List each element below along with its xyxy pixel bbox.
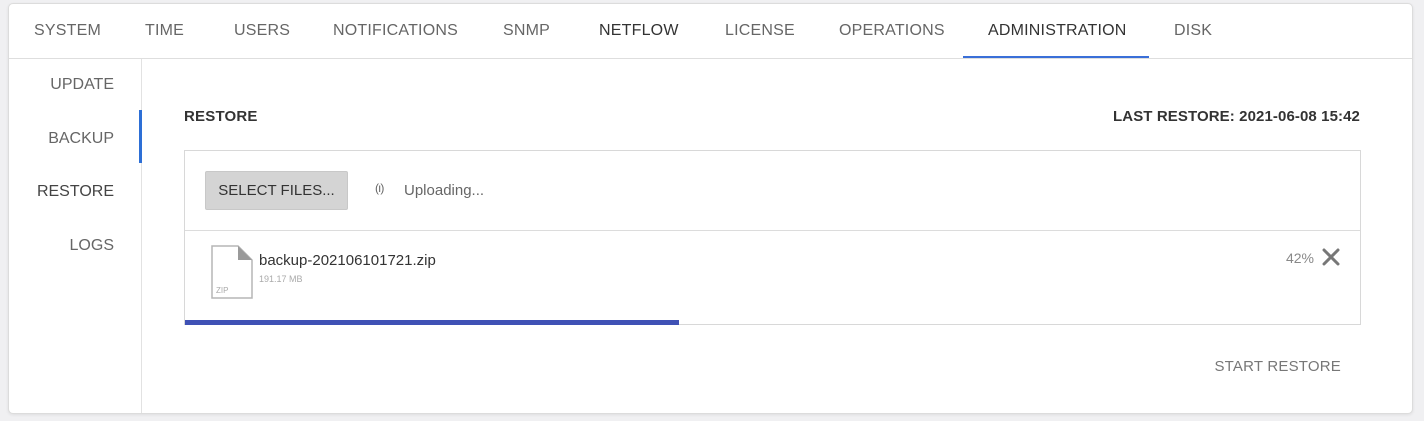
settings-panel: SYSTEM TIME USERS NOTIFICATIONS SNMP NET… [8, 3, 1413, 414]
file-name: backup-202106101721.zip [259, 252, 436, 269]
file-upload: SELECT FILES... (ı) Uploading... ZIP bac… [184, 150, 1361, 325]
last-restore-info: LAST RESTORE: 2021-06-08 15:42 [1113, 108, 1360, 125]
sidebar-item-restore[interactable]: RESTORE [37, 182, 114, 202]
tab-bar: SYSTEM TIME USERS NOTIFICATIONS SNMP NET… [9, 4, 1412, 59]
sidebar-item-backup[interactable]: BACKUP [48, 129, 114, 149]
upload-toolbar: SELECT FILES... (ı) Uploading... [185, 151, 1360, 231]
file-size: 191.17 MB [259, 274, 303, 284]
tab-license[interactable]: LICENSE [725, 4, 795, 59]
tab-operations[interactable]: OPERATIONS [839, 4, 945, 59]
upload-file-item: ZIP backup-202106101721.zip 191.17 MB 42… [185, 232, 1360, 325]
upload-status: Uploading... [404, 182, 485, 199]
sidebar-active-indicator [139, 110, 142, 163]
upload-progress-fill [185, 320, 679, 325]
select-files-button[interactable]: SELECT FILES... [205, 171, 348, 210]
uploading-spinner-icon: (ı) [375, 181, 384, 195]
sidebar-item-update[interactable]: UPDATE [50, 75, 114, 95]
tab-users[interactable]: USERS [234, 4, 290, 59]
tab-system[interactable]: SYSTEM [34, 4, 101, 59]
tab-time[interactable]: TIME [145, 4, 184, 59]
file-type-label: ZIP [216, 286, 228, 295]
section-title: RESTORE [184, 108, 258, 125]
tab-administration[interactable]: ADMINISTRATION [988, 4, 1127, 59]
close-icon[interactable] [1320, 246, 1342, 268]
upload-progress-bar [185, 320, 1360, 325]
start-restore-button[interactable]: START RESTORE [1214, 358, 1341, 375]
tab-netflow[interactable]: NETFLOW [599, 4, 679, 59]
tab-snmp[interactable]: SNMP [503, 4, 550, 59]
active-tab-underline [963, 56, 1149, 58]
upload-percent: 42% [1285, 250, 1314, 266]
zip-file-icon: ZIP [211, 245, 253, 299]
sidebar-item-logs[interactable]: LOGS [70, 236, 114, 256]
tab-disk[interactable]: DISK [1174, 4, 1212, 59]
sidebar: UPDATE BACKUP RESTORE LOGS [9, 59, 142, 413]
tab-notifications[interactable]: NOTIFICATIONS [333, 4, 458, 59]
